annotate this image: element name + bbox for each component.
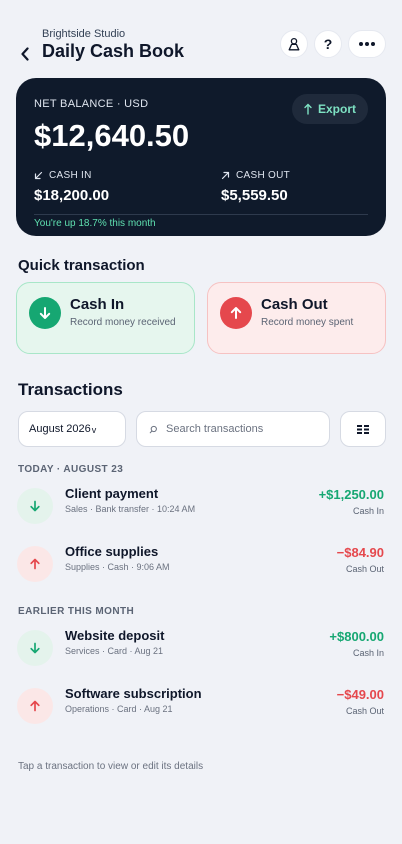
transaction-amount: −$84.90 bbox=[336, 545, 384, 560]
transaction-amount: +$800.00 bbox=[329, 629, 384, 644]
cash-in-icon-badge bbox=[17, 488, 53, 524]
transaction-name: Software subscription bbox=[65, 686, 202, 701]
group-label-today: TODAY · AUGUST 23 bbox=[18, 464, 124, 475]
cash-in-value: $18,200.00 bbox=[34, 187, 110, 204]
transaction-row[interactable]: Software subscription Operations · Card … bbox=[0, 686, 402, 726]
transaction-meta: Supplies · Cash · 9:06 AM bbox=[65, 562, 170, 572]
arrow-up-icon bbox=[30, 700, 40, 712]
cash-out-circle bbox=[220, 297, 252, 329]
filter-button[interactable] bbox=[340, 411, 386, 447]
transaction-row[interactable]: Office supplies Supplies · Cash · 9:06 A… bbox=[0, 544, 402, 584]
cash-out-label: CASH OUT bbox=[236, 170, 291, 181]
net-balance-card: NET BALANCE · USD $12,640.50 Export CASH… bbox=[16, 78, 386, 236]
transaction-name: Website deposit bbox=[65, 628, 165, 643]
arrow-up-icon bbox=[230, 307, 242, 319]
cash-in-circle bbox=[29, 297, 61, 329]
cash-out-icon-badge bbox=[17, 688, 53, 724]
net-balance-amount: $12,640.50 bbox=[34, 118, 190, 153]
transaction-meta: Sales · Bank transfer · 10:24 AM bbox=[65, 504, 196, 514]
balance-divider bbox=[34, 214, 368, 215]
cash-in-label: CASH IN bbox=[49, 170, 92, 181]
arrow-down-icon bbox=[30, 500, 40, 512]
app-header: Brightside Studio Daily Cash Book ? bbox=[0, 0, 402, 78]
list-filter-icon bbox=[357, 424, 369, 434]
search-box[interactable] bbox=[136, 411, 330, 447]
transaction-amount: −$49.00 bbox=[336, 687, 384, 702]
more-horizontal-icon bbox=[359, 42, 375, 46]
export-label: Export bbox=[317, 102, 356, 116]
transaction-type: Cash Out bbox=[345, 564, 384, 574]
cash-out-value: $5,559.50 bbox=[221, 187, 288, 204]
transaction-type: Cash In bbox=[352, 648, 384, 658]
quick-transaction-title: Quick transaction bbox=[18, 257, 145, 274]
transaction-name: Office supplies bbox=[65, 544, 159, 559]
arrow-down-left-icon bbox=[34, 171, 43, 180]
arrow-up-icon bbox=[30, 558, 40, 570]
transaction-type: Cash Out bbox=[345, 706, 384, 716]
transaction-meta: Services · Card · Aug 21 bbox=[65, 646, 164, 656]
arrow-down-icon bbox=[39, 307, 51, 319]
cash-in-button[interactable]: Cash In Record money received bbox=[16, 282, 195, 354]
cash-in-summary: CASH IN $18,200.00 bbox=[34, 170, 109, 204]
chevron-down-icon: v bbox=[91, 425, 97, 435]
transaction-row[interactable]: Website deposit Services · Card · Aug 21… bbox=[0, 628, 402, 668]
cash-out-icon-badge bbox=[17, 546, 53, 582]
back-button[interactable] bbox=[16, 44, 34, 64]
cash-in-icon-badge bbox=[17, 630, 53, 666]
cash-in-subtitle: Record money received bbox=[70, 317, 176, 328]
month-select[interactable]: August 2026 v bbox=[18, 411, 126, 447]
cash-out-summary: CASH OUT $5,559.50 bbox=[221, 170, 290, 204]
profile-button[interactable] bbox=[280, 30, 308, 58]
transaction-amount: +$1,250.00 bbox=[318, 487, 384, 502]
group-label-earlier: EARLIER THIS MONTH bbox=[18, 606, 135, 617]
cash-out-button[interactable]: Cash Out Record money spent bbox=[207, 282, 386, 354]
arrow-up-icon bbox=[304, 103, 312, 115]
monthly-trend-note: You're up 18.7% this month bbox=[34, 218, 156, 229]
export-button[interactable]: Export bbox=[292, 94, 368, 124]
chevron-left-icon bbox=[21, 47, 29, 61]
search-icon bbox=[149, 425, 157, 433]
transaction-name: Client payment bbox=[65, 486, 159, 501]
more-options-button[interactable] bbox=[348, 30, 386, 58]
search-input[interactable] bbox=[166, 423, 316, 435]
transactions-title: Transactions bbox=[18, 380, 123, 399]
cash-out-title: Cash Out bbox=[261, 296, 328, 313]
month-value: August 2026 bbox=[29, 423, 91, 435]
page-title: Daily Cash Book bbox=[42, 41, 185, 61]
help-button[interactable]: ? bbox=[314, 30, 342, 58]
transaction-row[interactable]: Client payment Sales · Bank transfer · 1… bbox=[0, 486, 402, 526]
net-balance-label: NET BALANCE · USD bbox=[34, 98, 149, 110]
arrow-up-right-icon bbox=[221, 171, 230, 180]
footer-hint: Tap a transaction to view or edit its de… bbox=[18, 761, 204, 772]
user-icon bbox=[288, 37, 300, 51]
cash-in-title: Cash In bbox=[70, 296, 125, 313]
cash-out-subtitle: Record money spent bbox=[261, 317, 354, 328]
business-name: Brightside Studio bbox=[42, 28, 126, 40]
transaction-type: Cash In bbox=[352, 506, 384, 516]
arrow-down-icon bbox=[30, 642, 40, 654]
transaction-meta: Operations · Card · Aug 21 bbox=[65, 704, 173, 714]
